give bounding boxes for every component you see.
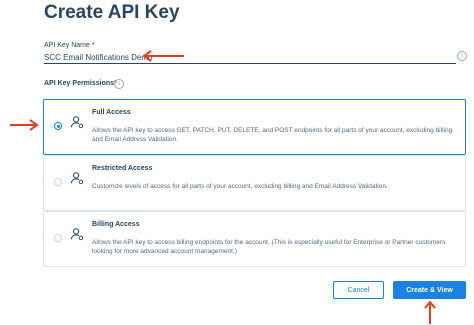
option-name: Full Access: [92, 109, 131, 116]
option-name: Restricted Access: [92, 165, 153, 172]
api-key-name-label: API Key Name *: [44, 42, 95, 49]
option-description: Allows the API key to access GET, PATCH,…: [92, 127, 453, 143]
option-description: Customize levels of access for all parts…: [92, 183, 388, 190]
option-restricted-access[interactable]: Restricted Access Customize levels of ac…: [43, 155, 466, 211]
create-and-view-button[interactable]: Create & View: [393, 281, 466, 299]
permissions-title: API Key Permissions*: [44, 80, 117, 87]
user-gear-icon: [70, 116, 84, 129]
annotation-arrow-up: [424, 300, 436, 324]
info-icon[interactable]: i: [457, 51, 467, 61]
required-mark: *: [91, 42, 95, 49]
radio-full-access[interactable]: [54, 122, 62, 130]
user-gear-icon: [70, 172, 84, 185]
api-key-name-input[interactable]: [44, 51, 456, 64]
option-billing-access[interactable]: Billing Access Allows the API key to acc…: [43, 211, 466, 267]
option-description: Allows the API key to access billing end…: [92, 239, 446, 255]
page-title: Create API Key: [44, 2, 180, 23]
user-gear-icon: [70, 228, 84, 241]
radio-restricted-access[interactable]: [54, 178, 62, 186]
annotation-arrow-right: [10, 119, 39, 131]
option-name: Billing Access: [92, 221, 140, 228]
annotation-arrow-left: [142, 50, 184, 62]
permissions-info-icon[interactable]: i: [114, 79, 124, 89]
option-full-access[interactable]: Full Access Allows the API key to access…: [43, 99, 466, 155]
radio-billing-access[interactable]: [54, 234, 62, 242]
cancel-button[interactable]: Cancel: [333, 281, 384, 299]
